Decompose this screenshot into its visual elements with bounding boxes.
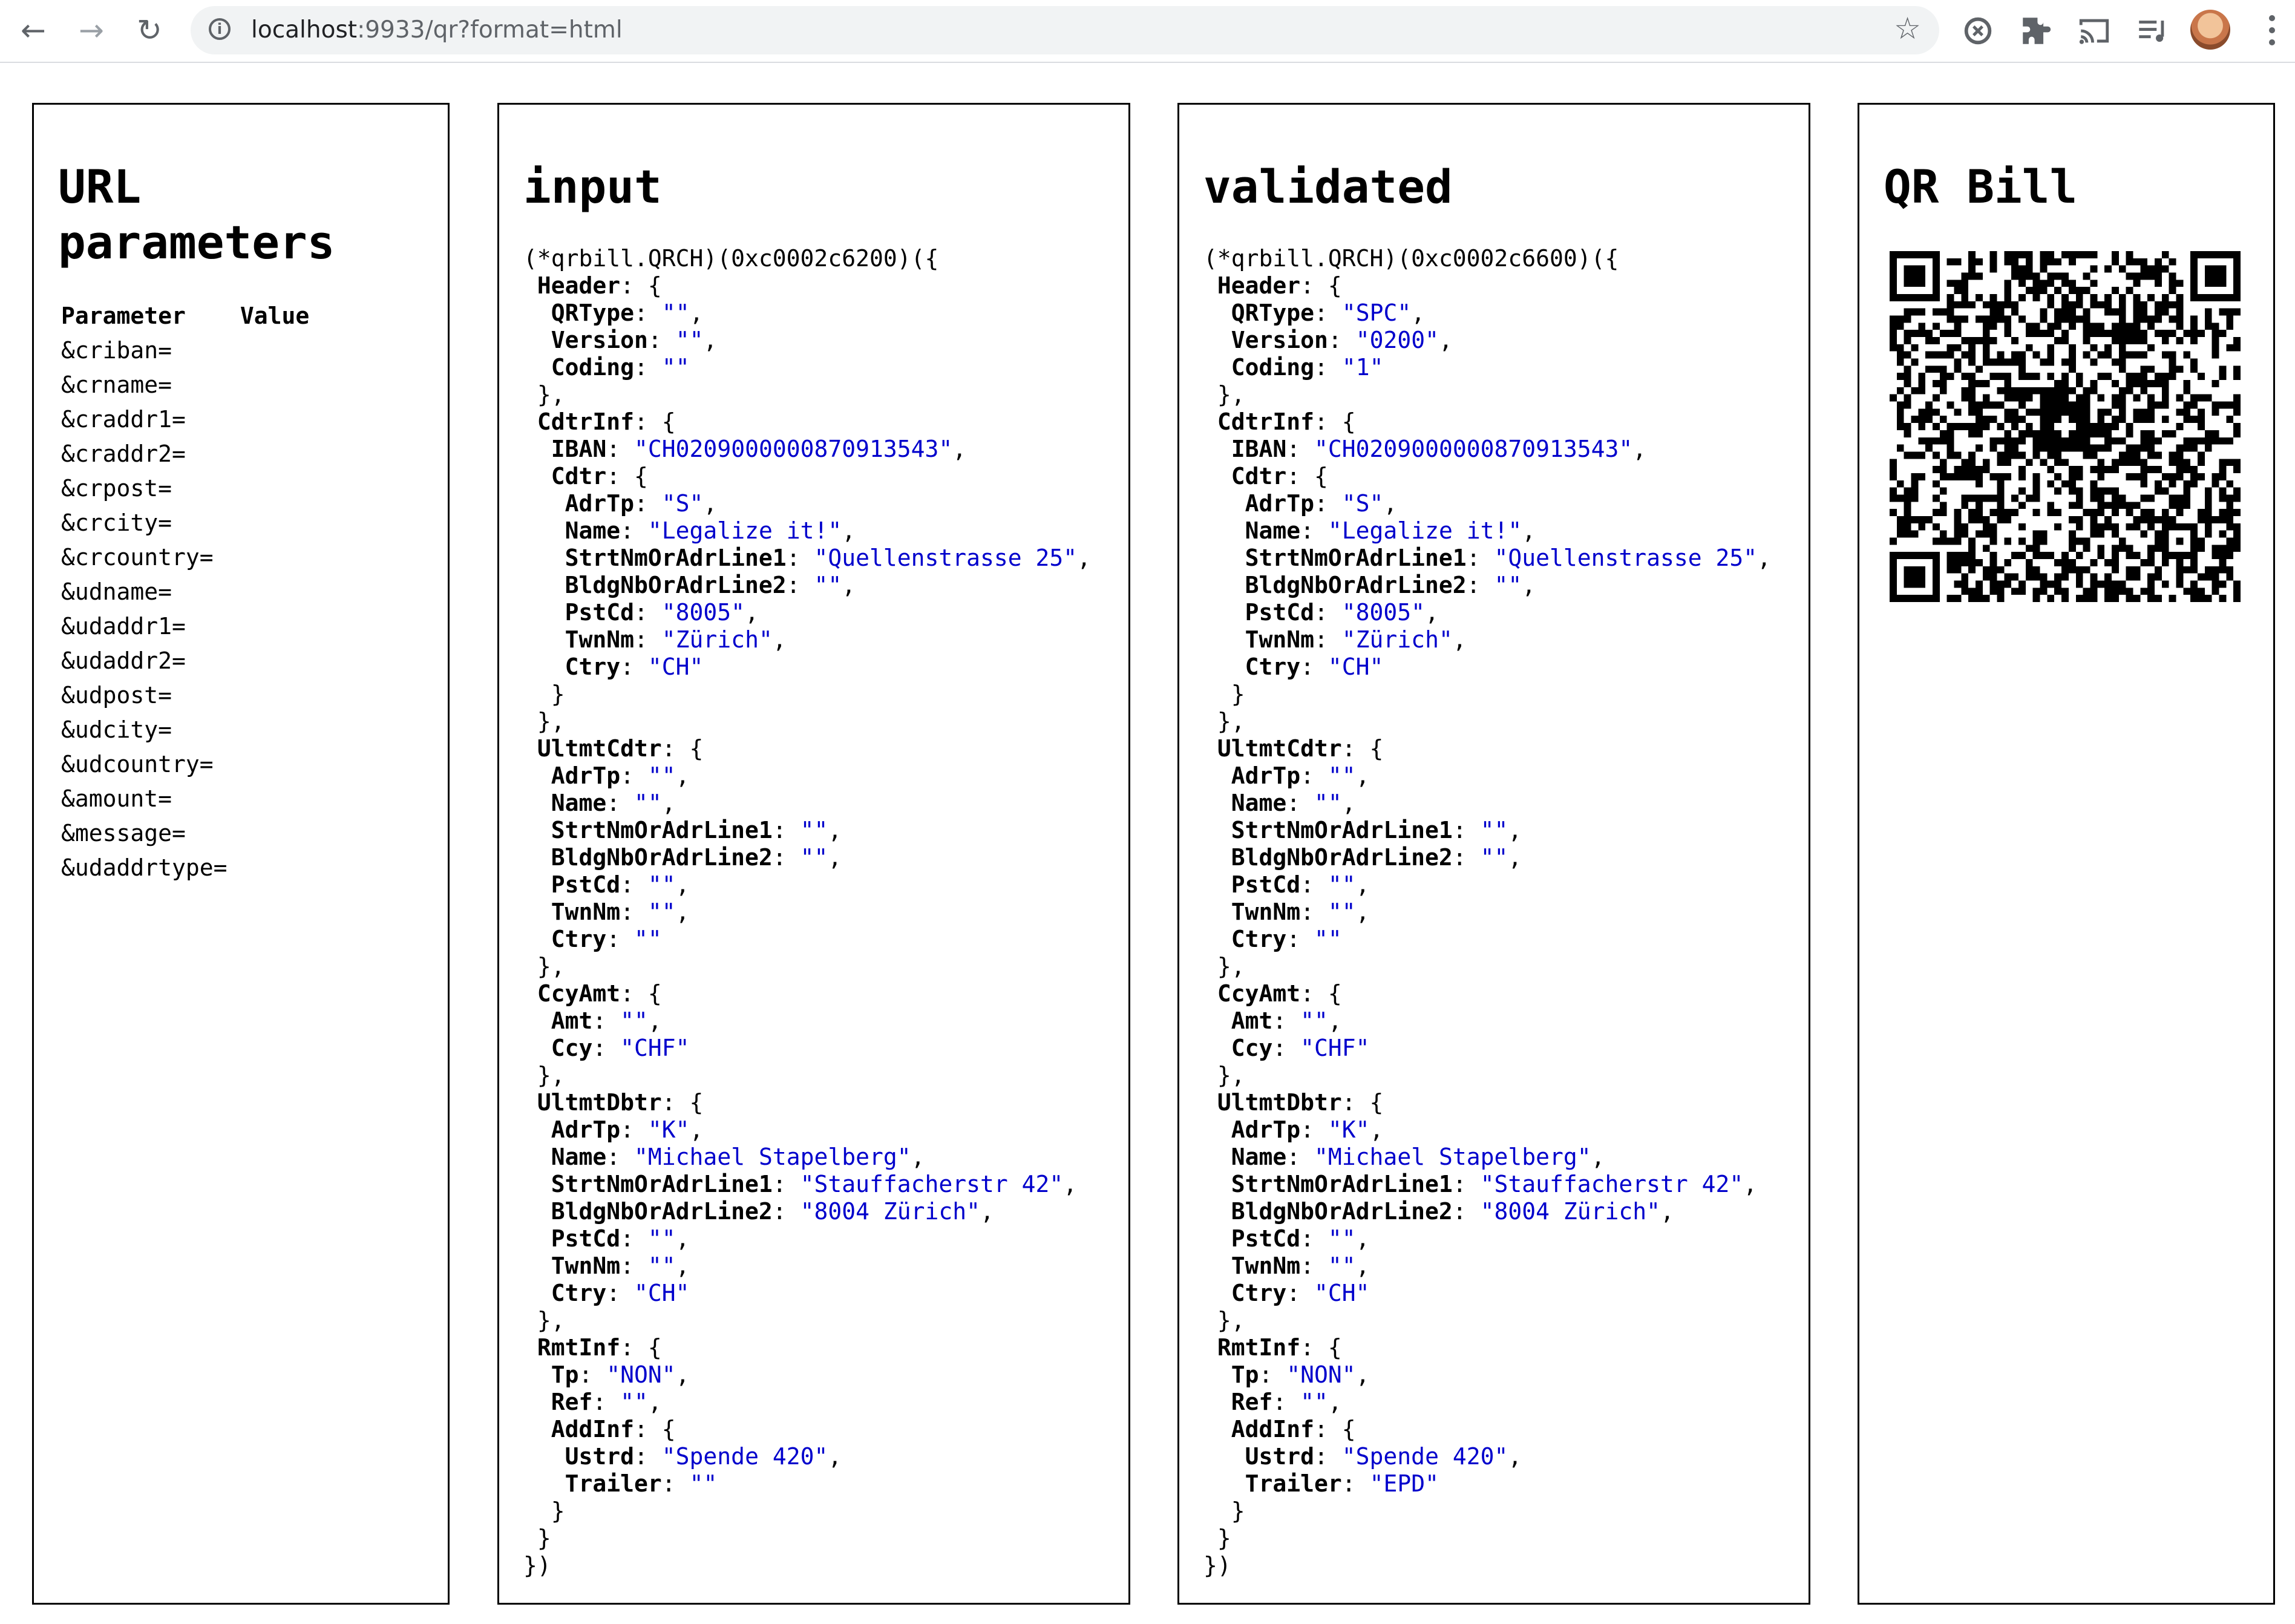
url-text[interactable]: localhost:9933/qr?format=html bbox=[251, 16, 623, 44]
parameter-value bbox=[237, 643, 361, 678]
table-row: &crname= bbox=[58, 367, 361, 402]
parameter-value bbox=[237, 574, 361, 609]
parameter-name: &udpost= bbox=[61, 681, 172, 709]
cast-icon[interactable] bbox=[2077, 13, 2112, 48]
url-path: :9933/qr?format=html bbox=[357, 16, 623, 44]
parameter-value bbox=[237, 333, 361, 367]
table-row: &udcountry= bbox=[58, 747, 361, 781]
qr-bill-panel: QR Bill bbox=[1858, 103, 2275, 1605]
table-row: &udname= bbox=[58, 574, 361, 609]
input-title: input bbox=[523, 160, 662, 214]
media-controls-icon[interactable] bbox=[2135, 13, 2170, 48]
parameter-value bbox=[237, 712, 361, 747]
parameter-name: &udname= bbox=[61, 578, 172, 605]
parameter-name: &udcity= bbox=[61, 716, 172, 743]
parameter-name: &udaddrtype= bbox=[61, 854, 228, 881]
table-row: &udaddrtype= bbox=[58, 850, 361, 885]
validated-struct-dump: (*qrbill.QRCH)(0xc0002c6600)({ Header: {… bbox=[1203, 245, 1772, 1579]
table-row: &udcity= bbox=[58, 712, 361, 747]
parameter-name: &criban= bbox=[61, 336, 172, 364]
parameter-name: &amount= bbox=[61, 785, 172, 812]
back-icon[interactable]: ← bbox=[13, 10, 53, 50]
parameter-value bbox=[237, 505, 361, 540]
url-host: localhost bbox=[251, 16, 358, 44]
parameter-name: &crcountry= bbox=[61, 543, 214, 571]
table-row: &udaddr2= bbox=[58, 643, 361, 678]
validated-panel: validated (*qrbill.QRCH)(0xc0002c6600)({… bbox=[1177, 103, 1810, 1605]
parameter-name: &crname= bbox=[61, 371, 172, 398]
column-header-parameter: Parameter bbox=[61, 302, 186, 329]
parameter-name: &message= bbox=[61, 819, 186, 846]
bookmark-star-icon[interactable]: ☆ bbox=[1894, 13, 1921, 44]
parameter-name: &craddr2= bbox=[61, 440, 186, 467]
parameter-name: &udcountry= bbox=[61, 750, 214, 778]
parameter-value bbox=[237, 816, 361, 850]
validated-title: validated bbox=[1203, 160, 1453, 214]
table-row: &udaddr1= bbox=[58, 609, 361, 643]
forward-icon[interactable]: → bbox=[71, 10, 111, 50]
parameter-name: &udaddr2= bbox=[61, 647, 186, 674]
table-row: &crpost= bbox=[58, 471, 361, 505]
table-row: &criban= bbox=[58, 333, 361, 367]
parameter-value bbox=[237, 540, 361, 574]
column-header-value: Value bbox=[240, 302, 310, 329]
puzzle-icon[interactable] bbox=[2018, 13, 2054, 48]
table-row: &crcountry= bbox=[58, 540, 361, 574]
parameter-value bbox=[237, 471, 361, 505]
address-bar[interactable]: i localhost:9933/qr?format=html ☆ bbox=[191, 6, 1939, 54]
parameter-name: &udaddr1= bbox=[61, 612, 186, 640]
url-parameters-panel: URL parameters Parameter Value &criban= &… bbox=[32, 103, 450, 1605]
table-row: &message= bbox=[58, 816, 361, 850]
table-header-row: Parameter Value bbox=[58, 298, 361, 333]
table-row: &craddr2= bbox=[58, 436, 361, 471]
site-info-icon[interactable]: i bbox=[209, 18, 231, 40]
input-struct-dump: (*qrbill.QRCH)(0xc0002c6200)({ Header: {… bbox=[523, 245, 1092, 1579]
kebab-menu-icon[interactable] bbox=[2263, 12, 2281, 48]
parameter-value bbox=[237, 678, 361, 712]
table-row: &craddr1= bbox=[58, 402, 361, 436]
profile-avatar[interactable] bbox=[2190, 10, 2230, 50]
parameter-value bbox=[237, 367, 361, 402]
parameter-value bbox=[237, 781, 361, 816]
sync-icon[interactable] bbox=[1960, 13, 1995, 48]
browser-toolbar: ← → ↻ i localhost:9933/qr?format=html ☆ bbox=[0, 0, 2295, 63]
parameter-name: &craddr1= bbox=[61, 405, 186, 433]
parameters-table: Parameter Value &criban= &crname= &craddr1… bbox=[58, 298, 361, 885]
input-panel: input (*qrbill.QRCH)(0xc0002c6200)({ Hea… bbox=[497, 103, 1130, 1605]
table-row: &crcity= bbox=[58, 505, 361, 540]
parameter-value bbox=[237, 436, 361, 471]
parameter-name: &crpost= bbox=[61, 474, 172, 502]
parameter-value bbox=[237, 402, 361, 436]
reload-icon[interactable]: ↻ bbox=[129, 10, 169, 50]
url-parameters-title: URL parameters bbox=[58, 160, 335, 269]
qr-bill-title: QR Bill bbox=[1884, 160, 2078, 214]
parameter-value bbox=[237, 747, 361, 781]
parameter-value bbox=[237, 850, 361, 885]
qr-code-image bbox=[1890, 251, 2241, 602]
table-row: &amount= bbox=[58, 781, 361, 816]
parameter-value bbox=[237, 609, 361, 643]
table-row: &udpost= bbox=[58, 678, 361, 712]
parameter-name: &crcity= bbox=[61, 509, 172, 536]
